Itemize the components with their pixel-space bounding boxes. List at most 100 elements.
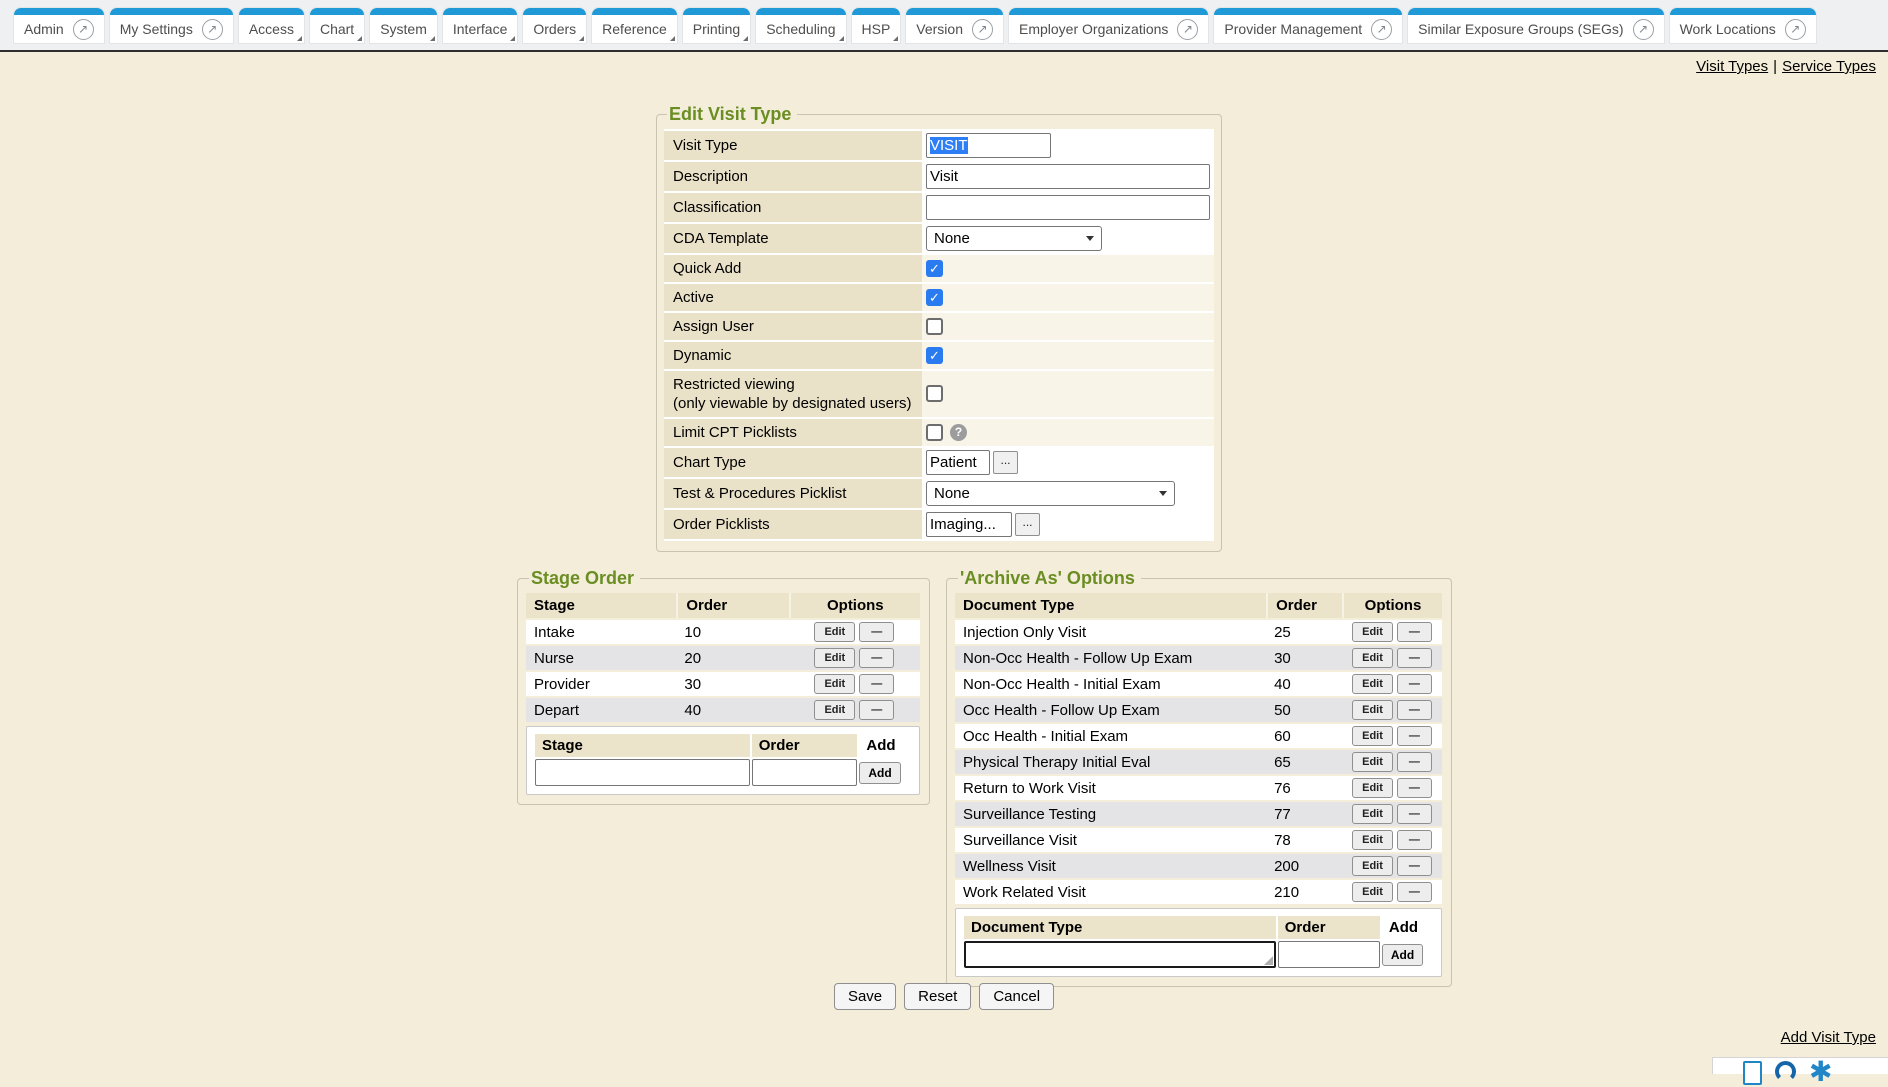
visit-types-link[interactable]: Visit Types — [1696, 58, 1768, 75]
classification-input[interactable] — [926, 195, 1210, 220]
field-label: Classification — [664, 193, 922, 222]
edit-button[interactable]: Edit — [814, 648, 855, 668]
field-label: Restricted viewing(only viewable by desi… — [664, 371, 922, 417]
remove-button[interactable]: — — [1397, 882, 1432, 902]
nav-tab-work-locations[interactable]: Work Locations↗ — [1670, 8, 1816, 43]
nav-tab-hsp[interactable]: HSP — [852, 8, 901, 43]
edit-button[interactable]: Edit — [1352, 674, 1393, 694]
edit-button[interactable]: Edit — [814, 674, 855, 694]
remove-button[interactable]: — — [1397, 622, 1432, 642]
edit-button[interactable]: Edit — [1352, 622, 1393, 642]
field-value — [922, 342, 1214, 369]
edit-button[interactable]: Edit — [1352, 648, 1393, 668]
input-text: Imaging... — [930, 516, 996, 533]
description-input[interactable]: Visit — [926, 164, 1210, 189]
remove-button[interactable]: — — [1397, 830, 1432, 850]
remove-button[interactable]: — — [1397, 752, 1432, 772]
remove-button[interactable]: — — [1397, 700, 1432, 720]
edit-button[interactable]: Edit — [814, 622, 855, 642]
add-visit-type-link[interactable]: Add Visit Type — [1781, 1029, 1876, 1046]
limit-cpt-picklists-checkbox[interactable] — [926, 424, 943, 441]
nav-tab-version[interactable]: Version↗ — [906, 8, 1003, 43]
nav-tab-admin[interactable]: Admin↗ — [14, 8, 104, 43]
edit-button[interactable]: Edit — [1352, 752, 1393, 772]
help-icon[interactable]: ? — [950, 424, 967, 441]
cda-template-select[interactable]: None — [926, 226, 1102, 251]
remove-button[interactable]: — — [1397, 726, 1432, 746]
link-separator: | — [1773, 58, 1777, 75]
asterisk-icon[interactable]: ✱ — [1809, 1061, 1832, 1074]
order-picklists-input[interactable]: Imaging... — [926, 512, 1012, 537]
edit-button[interactable]: Edit — [1352, 830, 1393, 850]
reset-button[interactable]: Reset — [904, 983, 971, 1010]
nav-tab-system[interactable]: System — [370, 8, 437, 43]
save-button[interactable]: Save — [834, 983, 896, 1010]
archive-options-cell: Edit— — [1342, 750, 1442, 774]
edit-button[interactable]: Edit — [1352, 804, 1393, 824]
archive-add-button[interactable]: Add — [1382, 944, 1423, 966]
nav-tab-scheduling[interactable]: Scheduling — [756, 8, 845, 43]
nav-tab-provider-management[interactable]: Provider Management↗ — [1214, 8, 1402, 43]
nav-tab-interface[interactable]: Interface — [443, 8, 517, 43]
remove-button[interactable]: — — [1397, 648, 1432, 668]
nav-tab-my-settings[interactable]: My Settings↗ — [110, 8, 233, 43]
archive-row: Work Related Visit210Edit— — [955, 880, 1442, 904]
archive-options-cell: Edit— — [1342, 646, 1442, 670]
cancel-button[interactable]: Cancel — [979, 983, 1054, 1010]
field-value: Visit — [922, 162, 1214, 191]
test-procedures-picklist-select[interactable]: None — [926, 481, 1175, 506]
nav-tab-chart[interactable]: Chart — [310, 8, 364, 43]
edit-button[interactable]: Edit — [1352, 700, 1393, 720]
restricted-viewing-checkbox[interactable] — [926, 385, 943, 402]
chart-type-browse-button[interactable]: ... — [993, 451, 1018, 474]
edit-button[interactable]: Edit — [1352, 856, 1393, 876]
nav-tab-printing[interactable]: Printing — [683, 8, 750, 43]
quick-add-checkbox[interactable] — [926, 260, 943, 277]
edit-button[interactable]: Edit — [1352, 778, 1393, 798]
menu-dropdown-corner-icon — [357, 36, 362, 41]
archive-add-col-order: Order — [1278, 916, 1380, 939]
active-checkbox[interactable] — [926, 289, 943, 306]
field-label: CDA Template — [664, 224, 922, 253]
remove-button[interactable]: — — [859, 648, 894, 668]
options-buttons: Edit— — [1352, 674, 1432, 694]
tab-accent-bar — [756, 8, 845, 15]
field-value: ? — [922, 419, 1214, 446]
archive-name-cell: Return to Work Visit — [955, 776, 1266, 800]
refresh-icon[interactable] — [1775, 1061, 1796, 1082]
service-types-link[interactable]: Service Types — [1782, 58, 1876, 75]
remove-button[interactable]: — — [1397, 804, 1432, 824]
edit-button[interactable]: Edit — [1352, 726, 1393, 746]
resize-grip-icon — [1264, 956, 1273, 965]
archive-row: Non-Occ Health - Follow Up Exam30Edit— — [955, 646, 1442, 670]
nav-tab-access[interactable]: Access — [239, 8, 304, 43]
archive-row: Return to Work Visit76Edit— — [955, 776, 1442, 800]
nav-tab-similar-exposure-groups-segs[interactable]: Similar Exposure Groups (SEGs)↗ — [1408, 8, 1663, 43]
nav-tab-employer-organizations[interactable]: Employer Organizations↗ — [1009, 8, 1208, 43]
nav-tab-reference[interactable]: Reference — [592, 8, 677, 43]
remove-button[interactable]: — — [1397, 778, 1432, 798]
remove-button[interactable]: — — [1397, 856, 1432, 876]
visit-type-input[interactable]: VISIT — [926, 133, 1051, 158]
stage-add-button[interactable]: Add — [859, 762, 900, 784]
remove-button[interactable]: — — [1397, 674, 1432, 694]
stage-col-options: Options — [789, 593, 920, 618]
nav-tab-orders[interactable]: Orders — [523, 8, 586, 43]
edit-button[interactable]: Edit — [1352, 882, 1393, 902]
input-text: Visit — [930, 168, 958, 185]
field-value — [922, 193, 1214, 222]
archive-add-name-input[interactable] — [964, 941, 1276, 968]
document-icon[interactable] — [1743, 1061, 1762, 1085]
archive-add-order-input[interactable] — [1278, 941, 1380, 968]
remove-button[interactable]: — — [859, 700, 894, 720]
dynamic-checkbox[interactable] — [926, 347, 943, 364]
assign-user-checkbox[interactable] — [926, 318, 943, 335]
order-picklists-browse-button[interactable]: ... — [1015, 513, 1040, 536]
chart-type-input[interactable]: Patient — [926, 450, 990, 475]
stage-add-name-input[interactable] — [535, 759, 750, 786]
remove-button[interactable]: — — [859, 622, 894, 642]
stage-add-order-input[interactable] — [752, 759, 858, 786]
remove-button[interactable]: — — [859, 674, 894, 694]
top-nav: Admin↗My Settings↗AccessChartSystemInter… — [0, 0, 1888, 50]
edit-button[interactable]: Edit — [814, 700, 855, 720]
